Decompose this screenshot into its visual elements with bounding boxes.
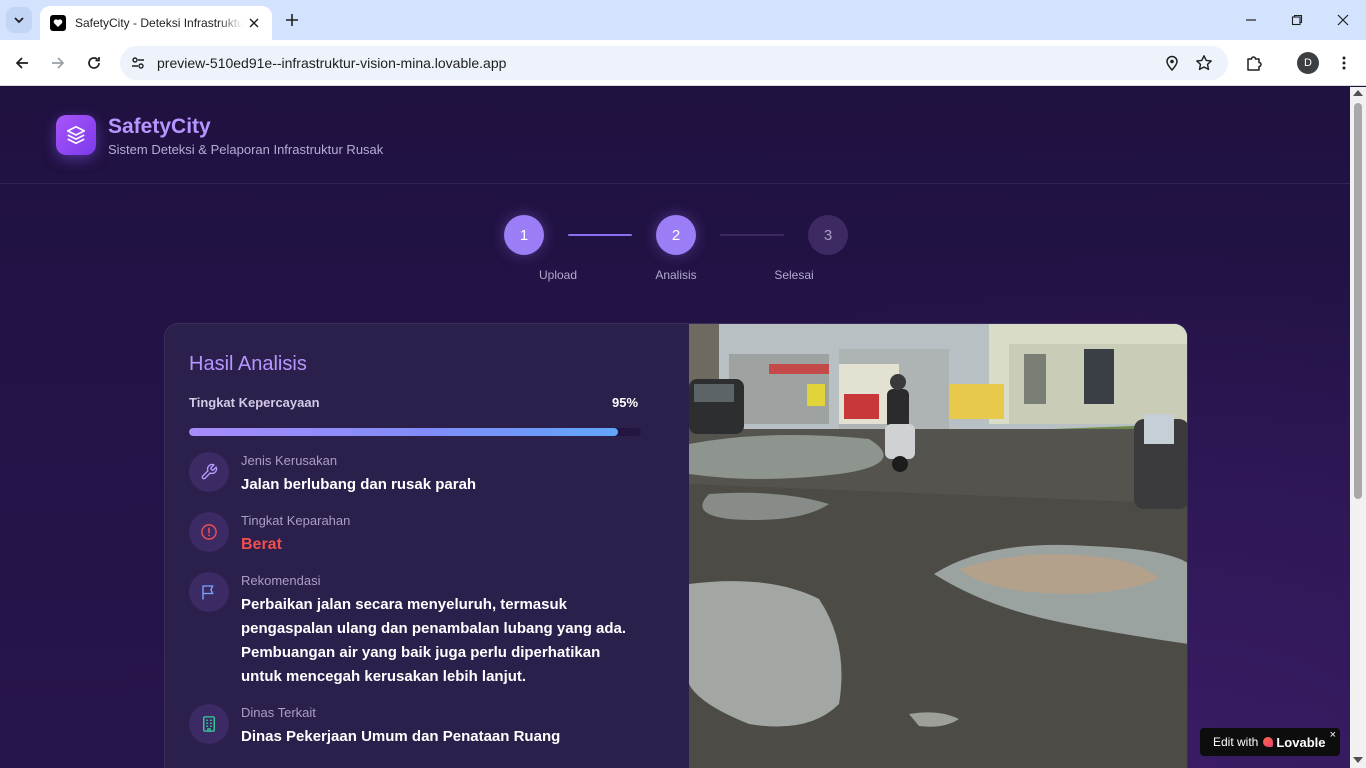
lovable-name: Lovable: [1276, 734, 1326, 750]
reload-button[interactable]: [82, 51, 106, 75]
recommendation-value: Perbaikan jalan secara menyeluruh, terma…: [241, 596, 627, 685]
arrow-right-icon: [52, 57, 65, 69]
wrench-icon: [189, 452, 229, 492]
road-photo-illustration: [689, 324, 1187, 768]
step-3-circle: 3: [808, 215, 848, 255]
close-window-button[interactable]: [1331, 8, 1355, 32]
severity-value: Berat: [241, 536, 282, 553]
close-icon: [249, 18, 259, 28]
confidence-value: 95%: [612, 395, 639, 410]
agency-label: Dinas Terkait: [241, 705, 316, 720]
page-scrollbar[interactable]: [1350, 87, 1366, 768]
damage-type-label: Jenis Kerusakan: [241, 453, 338, 468]
tab-title: SafetyCity - Deteksi Infrastruktur: [75, 16, 243, 30]
step-2-label: Analisis: [655, 268, 697, 282]
restore-button[interactable]: [1285, 8, 1309, 32]
step-3-label: Selesai: [774, 268, 814, 282]
browser-tabstrip: SafetyCity - Deteksi Infrastruktur: [0, 0, 1366, 40]
uploaded-road-photo: [689, 324, 1187, 768]
browser-toolbar: preview-510ed91e--infrastruktur-vision-m…: [0, 40, 1366, 86]
reload-icon: [88, 57, 100, 69]
scroll-up-arrow-icon[interactable]: [1353, 90, 1363, 96]
bookmark-star-icon[interactable]: [1194, 53, 1214, 73]
damage-type-value: Jalan berlubang dan rusak parah: [241, 476, 477, 493]
extensions-button[interactable]: [1242, 51, 1266, 75]
restore-icon: [1291, 14, 1303, 26]
new-tab-button[interactable]: [280, 8, 304, 32]
plus-icon: [286, 14, 298, 26]
scroll-down-arrow-icon[interactable]: [1353, 757, 1363, 763]
analysis-result-card: Hasil Analisis Tingkat Kepercayaan 95% J…: [164, 323, 1188, 768]
agency-value: Dinas Pekerjaan Umum dan Penataan Ruang: [241, 728, 561, 745]
brand-name: SafetyCity: [108, 115, 211, 138]
analysis-details: Hasil Analisis Tingkat Kepercayaan 95% J…: [165, 324, 689, 768]
heart-favicon-icon: [50, 15, 66, 31]
step-2-circle: 2: [656, 215, 696, 255]
minimize-icon: [1246, 19, 1256, 21]
browser-menu-button[interactable]: [1332, 51, 1356, 75]
lovable-close-button[interactable]: ×: [1330, 729, 1336, 741]
tab-search-button[interactable]: [6, 7, 32, 33]
puzzle-icon: [1247, 56, 1262, 71]
lovable-prefix: Edit with: [1213, 735, 1259, 749]
more-vertical-icon: [1342, 56, 1346, 70]
alert-circle-icon: [189, 512, 229, 552]
confidence-bar-fill: [189, 428, 619, 436]
lovable-heart-icon: [1263, 737, 1274, 747]
building-icon: [189, 704, 229, 744]
flag-icon: [189, 572, 229, 612]
site-settings-icon[interactable]: [128, 53, 148, 73]
forward-button[interactable]: [46, 51, 70, 75]
recommendation-label: Rekomendasi: [241, 573, 321, 588]
chevron-down-icon: [14, 17, 24, 24]
scroll-thumb[interactable]: [1354, 103, 1362, 499]
close-icon: [1337, 14, 1349, 26]
step-1-circle: 1: [504, 215, 544, 255]
url-text[interactable]: preview-510ed91e--infrastruktur-vision-m…: [157, 55, 506, 71]
browser-tab[interactable]: SafetyCity - Deteksi Infrastruktur: [40, 6, 272, 40]
edit-with-lovable-badge[interactable]: Edit with Lovable ×: [1200, 728, 1340, 756]
step-connector-1: [568, 234, 632, 236]
layers-logo-icon: [56, 115, 96, 155]
page-viewport: SafetyCity Sistem Deteksi & Pelaporan In…: [0, 87, 1350, 768]
app-header: SafetyCity Sistem Deteksi & Pelaporan In…: [0, 87, 1350, 184]
address-bar[interactable]: preview-510ed91e--infrastruktur-vision-m…: [120, 46, 1228, 80]
location-icon[interactable]: [1162, 53, 1182, 73]
confidence-bar: [189, 428, 641, 436]
profile-avatar[interactable]: D: [1297, 52, 1319, 74]
brand-tagline: Sistem Deteksi & Pelaporan Infrastruktur…: [108, 142, 384, 157]
tab-close-button[interactable]: [246, 15, 262, 31]
minimize-button[interactable]: [1239, 8, 1263, 32]
step-1-label: Upload: [538, 268, 578, 282]
back-button[interactable]: [10, 51, 34, 75]
arrow-left-icon: [15, 57, 28, 69]
severity-label: Tingkat Keparahan: [241, 513, 351, 528]
analysis-title: Hasil Analisis: [189, 353, 307, 375]
step-connector-2: [720, 234, 784, 236]
confidence-label: Tingkat Kepercayaan: [189, 395, 320, 410]
